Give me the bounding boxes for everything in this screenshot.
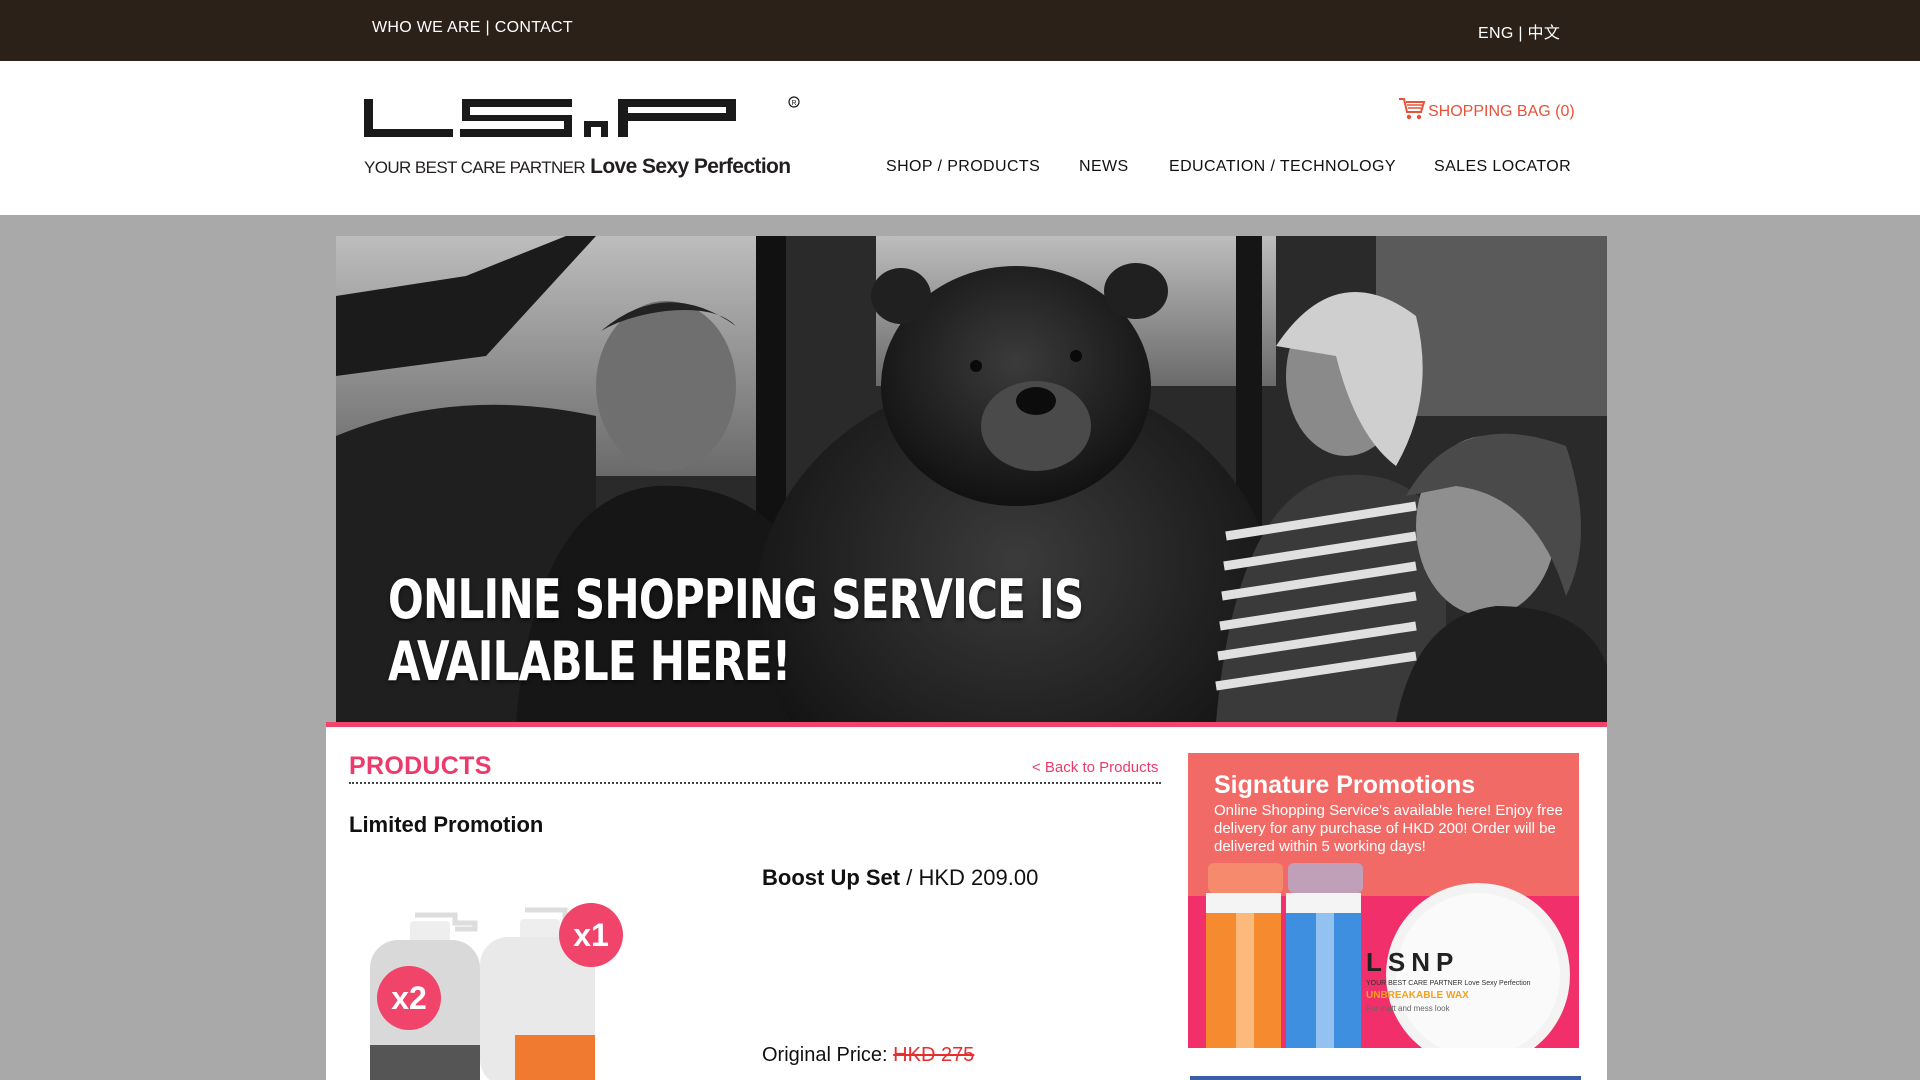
top-bar: WHO WE ARE | CONTACT ENG | 中文	[0, 0, 1920, 61]
shopping-bag-label: SHOPPING BAG (0)	[1428, 103, 1575, 120]
wax-subtitle: For matt and mess look	[1366, 1004, 1451, 1013]
hero-headline: ONLINE SHOPPING SERVICE IS AVAILABLE HER…	[388, 568, 1084, 693]
nav-sales-locator[interactable]: SALES LOCATOR	[1434, 158, 1571, 176]
next-promo-edge	[1190, 1076, 1581, 1080]
cart-icon	[1399, 98, 1426, 120]
site-header: R YOUR BEST CARE PARTNER Love Sexy Perfe…	[0, 61, 1920, 215]
nav-label: SALES LOCATOR	[1434, 158, 1572, 175]
section-title: PRODUCTS	[349, 752, 492, 780]
contact-link[interactable]: CONTACT	[495, 19, 573, 36]
badge-x1: x1	[573, 917, 609, 953]
promo-title: Signature Promotions	[1214, 771, 1476, 799]
product-price: / HKD 209.00	[900, 865, 1039, 890]
lang-separator: |	[1513, 25, 1528, 42]
badge-x2: x2	[391, 980, 427, 1016]
product-bottles-image: x2 x1	[370, 903, 623, 1080]
nav-label: EDUCATION / TECHNOLOGY	[1169, 158, 1396, 175]
subheading: Limited Promotion	[349, 812, 544, 837]
language-switcher: ENG | 中文	[1478, 19, 1560, 43]
product-image[interactable]: x2 x1	[355, 895, 655, 1080]
promo-text: Online Shopping Service's available here…	[1214, 802, 1563, 855]
signature-promotions-banner[interactable]: LSNP YOUR BEST CARE PARTNER Love Sexy Pe…	[1188, 753, 1579, 1048]
tagline-big: Love Sexy Perfection	[590, 155, 791, 178]
lang-eng-link[interactable]: ENG	[1478, 25, 1514, 42]
wax-brand: LSNP	[1366, 947, 1459, 977]
original-price: Original Price: HKD 275	[762, 1044, 974, 1067]
who-we-are-link[interactable]: WHO WE ARE	[372, 19, 481, 36]
wax-tagline: YOUR BEST CARE PARTNER Love Sexy Perfect…	[1366, 980, 1531, 987]
product-name: Boost Up Set	[762, 865, 901, 890]
logo-mark: R	[364, 96, 800, 137]
tagline-small: YOUR BEST CARE PARTNER	[364, 158, 586, 177]
top-separator: |	[480, 19, 495, 36]
nav-shop-products[interactable]: SHOP / PRODUCTS	[886, 158, 1040, 176]
original-price-label: Original Price:	[762, 1044, 894, 1066]
nav-label: SHOP / PRODUCTS	[886, 158, 1041, 175]
title-divider	[349, 782, 1161, 784]
nav-label: NEWS	[1079, 158, 1129, 175]
shopping-bag-link[interactable]: SHOPPING BAG (0)	[1398, 97, 1575, 121]
svg-text:R: R	[792, 100, 797, 107]
hero-line-2: AVAILABLE HERE!	[388, 630, 791, 693]
nav-education-technology[interactable]: EDUCATION / TECHNOLOGY	[1169, 158, 1396, 176]
nav-news[interactable]: NEWS	[1079, 158, 1129, 176]
hero-line-1: ONLINE SHOPPING SERVICE IS	[388, 568, 1084, 631]
wax-name: UNBREAKABLE WAX	[1366, 990, 1469, 1001]
logo-tagline: YOUR BEST CARE PARTNER Love Sexy Perfect…	[364, 155, 791, 179]
top-links: WHO WE ARE | CONTACT	[372, 19, 573, 37]
product-title: Boost Up Set / HKD 209.00	[762, 865, 1038, 891]
original-price-value: HKD 275	[893, 1044, 975, 1066]
lang-zh-link[interactable]: 中文	[1528, 25, 1561, 42]
hero-banner[interactable]: ONLINE SHOPPING SERVICE IS AVAILABLE HER…	[336, 236, 1607, 722]
back-to-products-link[interactable]: < Back to Products	[1032, 759, 1158, 776]
